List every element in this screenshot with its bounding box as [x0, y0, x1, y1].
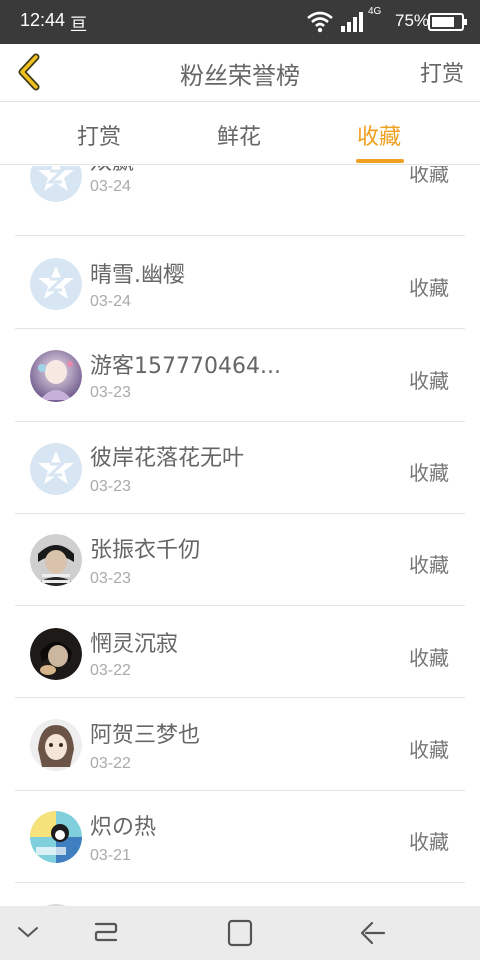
list-item[interactable]: 阿贺三梦也 03-22 收藏 [15, 699, 465, 791]
tab-favorites[interactable]: 收藏 [357, 119, 401, 151]
colorful-avatar [30, 811, 82, 863]
fan-date: 03-23 [90, 384, 131, 401]
fan-name: 阿贺三梦也 [90, 723, 201, 748]
gift-type: 收藏 [409, 738, 449, 762]
tab-flowers[interactable]: 鲜花 [217, 119, 261, 151]
fan-name: 彼岸花落花无叶 [90, 446, 245, 471]
list-item[interactable]: 晴雪.幽樱 03-24 收藏 [15, 237, 465, 329]
fan-name: 张振衣千仞 [90, 538, 201, 563]
fan-list[interactable]: 双赢 03-24 收藏 晴雪.幽樱 03-24 收藏 [15, 166, 465, 906]
default-star-avatar [30, 166, 82, 202]
anime-girl-avatar [30, 350, 82, 402]
list-item[interactable] [15, 884, 465, 906]
fan-date: 03-23 [90, 570, 131, 587]
fan-name: 双赢 [90, 166, 134, 176]
back-arrow-icon [360, 921, 386, 945]
notification-icon: 亘 [70, 15, 87, 35]
status-time: 12:44 [20, 10, 66, 30]
fan-name: 惘灵沉寂 [90, 632, 179, 657]
list-item[interactable]: 彼岸花落花无叶 03-23 收藏 [15, 422, 465, 514]
default-star-avatar [30, 443, 82, 495]
fan-name: 晴雪.幽樱 [90, 263, 185, 288]
system-nav-bar [0, 906, 480, 960]
chevron-down-icon [18, 927, 38, 938]
anime-face-avatar [30, 719, 82, 771]
tab-reward[interactable]: 打赏 [77, 119, 121, 151]
list-item[interactable]: 惘灵沉寂 03-22 收藏 [15, 606, 465, 698]
fan-date: 03-24 [90, 178, 131, 195]
gift-type: 收藏 [409, 461, 449, 485]
fan-date: 03-24 [90, 293, 131, 310]
home-button[interactable] [226, 918, 254, 952]
recent-apps-icon [94, 922, 118, 942]
hide-nav-button[interactable] [16, 924, 40, 944]
gift-type: 收藏 [409, 553, 449, 577]
gift-type: 收藏 [409, 166, 449, 186]
dark-portrait-avatar [30, 628, 82, 680]
recent-apps-button[interactable] [92, 918, 120, 952]
signal-icon [340, 10, 366, 38]
list-item[interactable]: 游客157770464... 03-23 收藏 [15, 330, 465, 422]
list-item[interactable]: 张振衣千仞 03-23 收藏 [15, 514, 465, 606]
active-tab-indicator [356, 159, 404, 163]
fan-date: 03-21 [90, 847, 131, 864]
default-star-avatar [30, 258, 82, 310]
wifi-icon [306, 11, 334, 37]
tab-bar: 打赏 鲜花 收藏 [0, 103, 480, 165]
gift-type: 收藏 [409, 830, 449, 854]
page-title: 粉丝荣誉榜 [180, 62, 300, 90]
fan-name: 游客157770464... [90, 354, 281, 379]
status-bar: 12:44 亘 4G 75% [0, 0, 480, 44]
fan-date: 03-23 [90, 478, 131, 495]
gift-type: 收藏 [409, 646, 449, 670]
portrait-avatar [30, 534, 82, 586]
reward-button[interactable]: 打赏 [420, 56, 464, 88]
battery-icon [428, 13, 468, 35]
home-square-icon [227, 919, 253, 947]
network-type: 4G [368, 6, 382, 17]
app-header: 粉丝荣誉榜 打赏 [0, 44, 480, 102]
gift-type: 收藏 [409, 276, 449, 300]
fan-name: 炽の热 [90, 815, 157, 840]
gift-type: 收藏 [409, 369, 449, 393]
list-item[interactable]: 双赢 03-24 收藏 [15, 166, 465, 236]
battery-percent: 75% [395, 11, 430, 30]
fan-date: 03-22 [90, 755, 131, 772]
list-item[interactable]: 炽の热 03-21 收藏 [15, 791, 465, 883]
back-nav-button[interactable] [358, 918, 388, 952]
fan-date: 03-22 [90, 662, 131, 679]
